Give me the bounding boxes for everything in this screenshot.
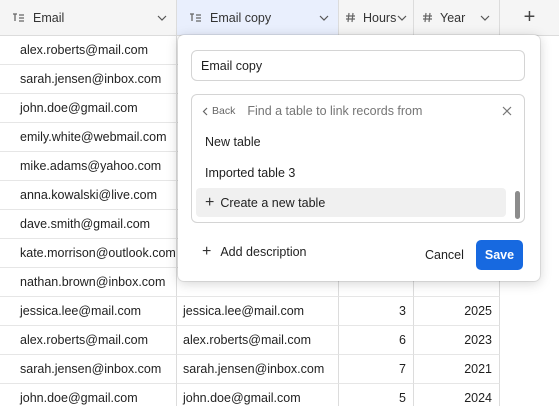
add-description-button[interactable]: + Add description [202,244,307,260]
back-button[interactable]: Back [202,105,235,117]
column-header-label: Email [33,10,65,25]
long-text-icon [12,12,28,23]
hours-cell[interactable]: 5 [339,384,414,406]
chevron-down-icon[interactable] [480,13,490,23]
scrollbar-thumb[interactable] [515,191,520,219]
column-header-label: Hours [363,10,397,25]
table-option-imported-table-3[interactable]: Imported table 3 [196,158,506,187]
cancel-button[interactable]: Cancel [415,240,474,269]
long-text-icon [189,12,205,23]
hours-cell[interactable]: 7 [339,355,414,384]
picker-header: Back [192,95,524,127]
field-config-dialog: Back New table Imported table 3 + Create… [178,35,540,281]
email-cell[interactable]: dave.smith@gmail.com [0,210,177,239]
email-cell[interactable]: kate.morrison@outlook.com [0,239,177,268]
year-cell[interactable]: 2023 [414,326,500,355]
field-name-input[interactable] [191,50,525,81]
year-cell[interactable]: 2024 [414,384,500,406]
year-cell[interactable]: 2021 [414,355,500,384]
create-new-table-option[interactable]: + Create a new table [196,188,506,217]
hours-cell[interactable]: 3 [339,297,414,326]
column-header-email[interactable]: Email [0,0,177,36]
add-column-button[interactable]: + [500,0,559,36]
plus-icon: + [205,193,215,211]
email-cell[interactable]: john.doe@gmail.com [0,384,177,406]
email-cell[interactable]: alex.roberts@mail.com [0,326,177,355]
chevron-left-icon [202,107,208,115]
add-description-label: Add description [220,245,307,259]
email-copy-cell[interactable]: jessica.lee@mail.com [177,297,339,326]
column-header-year[interactable]: Year [414,0,500,36]
column-header-label: Email copy [210,10,272,25]
email-copy-cell[interactable]: alex.roberts@mail.com [177,326,339,355]
plus-icon: + [202,243,212,260]
year-cell[interactable]: 2025 [414,297,500,326]
number-icon [345,12,359,23]
email-column: alex.roberts@mail.com sarah.jensen@inbox.… [0,36,177,406]
chevron-down-icon[interactable] [397,13,407,23]
email-copy-cell[interactable]: john.doe@gmail.com [177,384,339,406]
chevron-down-icon[interactable] [157,13,167,23]
close-icon[interactable] [500,104,514,118]
chevron-down-icon[interactable] [319,13,329,23]
email-cell[interactable]: mike.adams@yahoo.com [0,152,177,181]
table-option-new-table[interactable]: New table [196,127,506,156]
email-cell[interactable]: john.doe@gmail.com [0,94,177,123]
option-label: Create a new table [220,195,326,210]
save-button[interactable]: Save [476,240,523,270]
option-label: New table [205,134,261,149]
email-copy-cell[interactable]: sarah.jensen@inbox.com [177,355,339,384]
column-header-email-copy[interactable]: Email copy [177,0,339,36]
option-label: Imported table 3 [205,165,296,180]
table-search-input[interactable] [247,104,500,118]
email-cell[interactable]: nathan.brown@inbox.com [0,268,177,297]
email-cell[interactable]: emily.white@webmail.com [0,123,177,152]
hours-cell[interactable]: 6 [339,326,414,355]
email-cell[interactable]: jessica.lee@mail.com [0,297,177,326]
email-cell[interactable]: sarah.jensen@inbox.com [0,65,177,94]
email-cell[interactable]: sarah.jensen@inbox.com [0,355,177,384]
email-cell[interactable]: anna.kowalski@live.com [0,181,177,210]
back-label: Back [212,105,236,117]
email-cell[interactable]: alex.roberts@mail.com [0,36,177,65]
number-icon [422,12,436,23]
column-header-label: Year [440,10,466,25]
column-header-hours[interactable]: Hours [339,0,414,36]
link-table-picker: Back New table Imported table 3 + Create… [191,94,525,223]
